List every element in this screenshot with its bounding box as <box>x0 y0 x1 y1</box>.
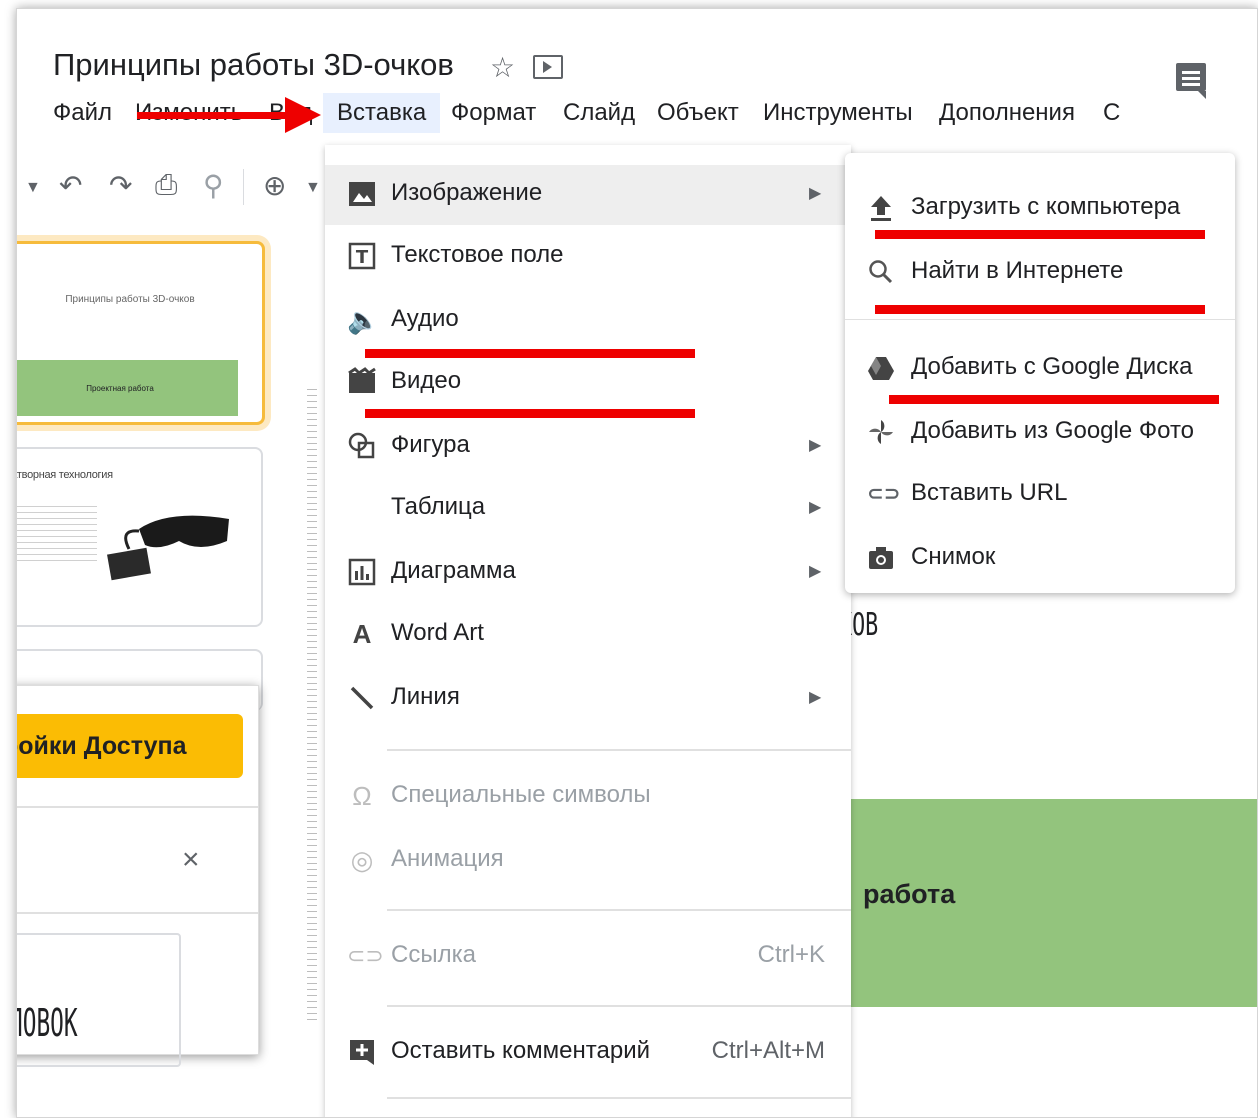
search-icon <box>869 260 893 284</box>
menu-item-chart[interactable]: Диаграмма ▶ <box>325 543 851 603</box>
menu-item-add-comment[interactable]: Оставить комментарий Ctrl+Alt+M <box>325 1023 851 1083</box>
slide1-footer: Проектная работа <box>86 384 154 393</box>
link-icon: ⊂⊃ <box>867 483 901 505</box>
submenu-arrow-icon: ▶ <box>809 563 822 580</box>
app-window: Принципы работы 3D-очков ☆ Файл Изменить… <box>16 8 1258 1118</box>
google-photos-icon <box>869 420 893 444</box>
slide-thumbnail-1[interactable]: Принципы работы 3D-очков Проектная работ… <box>17 241 265 425</box>
camera-icon <box>869 547 893 569</box>
annotation-arrow-line <box>137 112 307 119</box>
chart-icon <box>348 558 376 586</box>
menu-separator <box>387 1005 851 1007</box>
video-icon <box>348 367 376 393</box>
annotation-underline <box>875 305 1205 314</box>
omega-icon: Ω <box>352 781 372 811</box>
menu-item-animation[interactable]: ◎ Анимация <box>325 831 851 891</box>
menu-separator <box>387 1097 851 1099</box>
svg-text:T: T <box>356 247 369 268</box>
chevron-down-icon[interactable]: ▼ <box>25 179 41 197</box>
toolbar-divider <box>243 169 244 205</box>
add-comment-icon <box>350 1040 374 1065</box>
image-icon <box>349 182 375 206</box>
slide-thumbnail-2[interactable]: Затворная технология <box>16 447 263 627</box>
dialog-preview-text: ЛОВОК <box>17 1001 78 1045</box>
submenu-item-url[interactable]: ⊂⊃ Вставить URL <box>845 465 1235 525</box>
menu-item-line[interactable]: Линия ▶ <box>325 669 851 729</box>
annotation-underline <box>875 230 1205 239</box>
text-box-icon: T <box>348 242 376 270</box>
image-submenu: Загрузить с компьютера Найти в Интернете… <box>845 153 1235 593</box>
3d-glasses-image <box>107 515 229 581</box>
submenu-item-camera[interactable]: Снимок <box>845 529 1235 589</box>
slide-subtitle-partial: работа <box>863 879 956 909</box>
doc-title[interactable]: Принципы работы 3D-очков <box>53 47 454 83</box>
submenu-arrow-icon: ▶ <box>809 689 822 706</box>
submenu-item-google-drive[interactable]: Добавить с Google Диска <box>845 339 1235 399</box>
menu-item-special-chars[interactable]: Ω Специальные символы <box>325 767 851 827</box>
menu-item-word-art[interactable]: A Word Art <box>325 605 851 665</box>
menu-item-link[interactable]: ⊂⊃ Ссылка Ctrl+K <box>325 927 851 987</box>
annotation-underline <box>889 395 1219 404</box>
submenu-item-google-photos[interactable]: Добавить из Google Фото <box>845 403 1235 463</box>
dialog-divider-2 <box>17 912 258 914</box>
menu-addons[interactable]: Дополнения <box>939 99 1075 127</box>
annotation-arrow-head <box>285 97 321 133</box>
menu-tools[interactable]: Инструменты <box>763 99 913 127</box>
link-icon: ⊂⊃ <box>347 943 384 968</box>
star-icon[interactable]: ☆ <box>490 51 515 84</box>
dialog-preview-box <box>17 933 181 1067</box>
annotation-underline <box>365 349 695 358</box>
line-icon <box>350 686 374 710</box>
zoom-icon[interactable]: ⊕ <box>263 169 286 202</box>
slide1-title: Принципы работы 3D-очков <box>65 294 195 305</box>
menu-separator <box>387 909 851 911</box>
close-icon[interactable]: × <box>182 843 200 877</box>
menu-file[interactable]: Файл <box>53 99 112 127</box>
paint-format-icon[interactable]: ⚲ <box>203 169 224 202</box>
annotation-underline <box>365 409 695 418</box>
insert-menu: Изображение ▶ T Текстовое поле 🔈 Аудио В… <box>325 145 851 1117</box>
access-settings-button[interactable]: ройки Доступа <box>17 714 243 778</box>
upload-icon <box>871 196 891 221</box>
undo-icon[interactable]: ↶ <box>59 169 82 202</box>
submenu-arrow-icon: ▶ <box>809 437 822 454</box>
slide2-title: Затворная технология <box>16 469 113 481</box>
menu-item-image[interactable]: Изображение ▶ <box>325 165 851 225</box>
zoom-chevron-icon[interactable]: ▼ <box>305 179 321 197</box>
menu-item-text-box[interactable]: T Текстовое поле <box>325 227 851 287</box>
menu-help-partial[interactable]: С <box>1103 99 1120 127</box>
menu-item-audio[interactable]: 🔈 Аудио <box>325 291 851 351</box>
submenu-arrow-icon: ▶ <box>809 499 822 516</box>
word-art-icon: A <box>352 619 372 649</box>
menu-slide[interactable]: Слайд <box>563 99 635 127</box>
move-to-folder-icon[interactable] <box>533 55 563 79</box>
menu-insert[interactable]: Вставка <box>323 93 441 133</box>
shape-icon <box>348 432 375 459</box>
print-icon[interactable]: ⎙ <box>155 169 177 202</box>
dialog-divider <box>17 806 258 808</box>
submenu-item-search-web[interactable]: Найти в Интернете <box>845 243 1235 303</box>
audio-icon: 🔈 <box>347 305 380 335</box>
menu-item-table[interactable]: Таблица ▶ <box>325 479 851 539</box>
animation-icon: ◎ <box>350 845 374 875</box>
submenu-separator <box>845 319 1235 320</box>
menu-format[interactable]: Формат <box>451 99 536 127</box>
menu-separator <box>387 749 851 751</box>
menu-object[interactable]: Объект <box>657 99 739 127</box>
menu-item-video[interactable]: Видео <box>325 353 851 413</box>
menu-item-shape[interactable]: Фигура ▶ <box>325 417 851 477</box>
google-drive-icon <box>868 357 894 380</box>
redo-icon[interactable]: ↷ <box>109 169 132 202</box>
submenu-arrow-icon: ▶ <box>809 185 822 202</box>
slide2-body-text <box>17 501 97 565</box>
comments-icon[interactable] <box>1176 63 1206 99</box>
vertical-ruler <box>307 384 317 1024</box>
